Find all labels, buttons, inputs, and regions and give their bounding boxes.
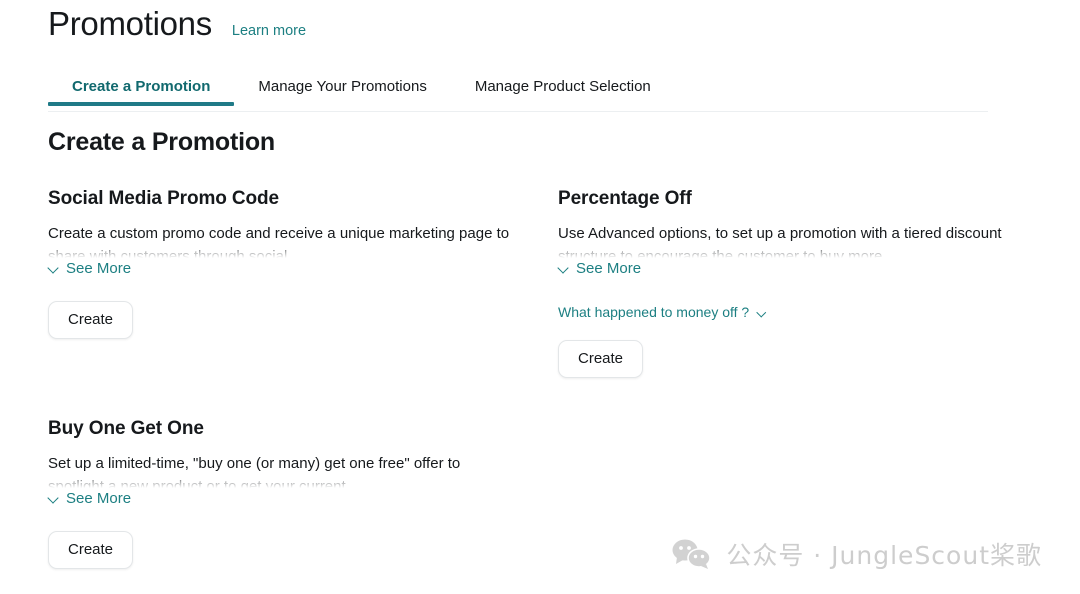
money-off-help-link[interactable]: What happened to money off ? xyxy=(558,304,766,320)
chevron-down-icon xyxy=(48,493,59,504)
tab-label: Create a Promotion xyxy=(72,78,211,95)
promotion-card-grid: Social Media Promo Code Create a custom … xyxy=(48,188,1058,569)
money-off-label: What happened to money off ? xyxy=(558,304,750,320)
learn-more-link[interactable]: Learn more xyxy=(232,23,306,39)
create-button[interactable]: Create xyxy=(558,340,644,378)
promotion-card-percentage-off: Percentage Off Use Advanced options, to … xyxy=(558,188,1028,378)
promotion-card-social-media-promo-code: Social Media Promo Code Create a custom … xyxy=(48,188,518,378)
page-title: Promotions xyxy=(48,5,212,42)
tab-bar-divider xyxy=(48,111,988,112)
tab-label: Manage Your Promotions xyxy=(258,78,427,95)
card-description: Create a custom promo code and receive a… xyxy=(48,225,510,258)
see-more-label: See More xyxy=(66,260,132,277)
tab-manage-product-selection[interactable]: Manage Product Selection xyxy=(451,78,675,106)
section-title: Create a Promotion xyxy=(48,128,276,156)
see-more-link[interactable]: See More xyxy=(48,260,131,277)
chevron-down-icon xyxy=(48,263,59,274)
promotion-card-buy-one-get-one: Buy One Get One Set up a limited-time, "… xyxy=(48,418,518,569)
card-title: Buy One Get One xyxy=(48,418,204,439)
card-title: Percentage Off xyxy=(558,188,692,209)
tab-bar: Create a Promotion Manage Your Promotion… xyxy=(48,78,1058,112)
see-more-link[interactable]: See More xyxy=(558,260,641,277)
card-title: Social Media Promo Code xyxy=(48,188,280,209)
see-more-link[interactable]: See More xyxy=(48,490,131,507)
tab-create-a-promotion[interactable]: Create a Promotion xyxy=(48,78,235,106)
tab-manage-your-promotions[interactable]: Manage Your Promotions xyxy=(234,78,450,106)
page-header: Promotions Learn more xyxy=(48,5,306,42)
create-button[interactable]: Create xyxy=(48,531,134,569)
see-more-label: See More xyxy=(576,260,642,277)
card-description: Use Advanced options, to set up a promot… xyxy=(558,225,1002,258)
tab-label: Manage Product Selection xyxy=(474,78,651,95)
create-button[interactable]: Create xyxy=(48,301,134,339)
chevron-down-icon xyxy=(558,263,569,274)
see-more-label: See More xyxy=(66,490,132,507)
card-description: Set up a limited-time, "buy one (or many… xyxy=(48,455,461,488)
chevron-down-icon xyxy=(757,308,766,317)
